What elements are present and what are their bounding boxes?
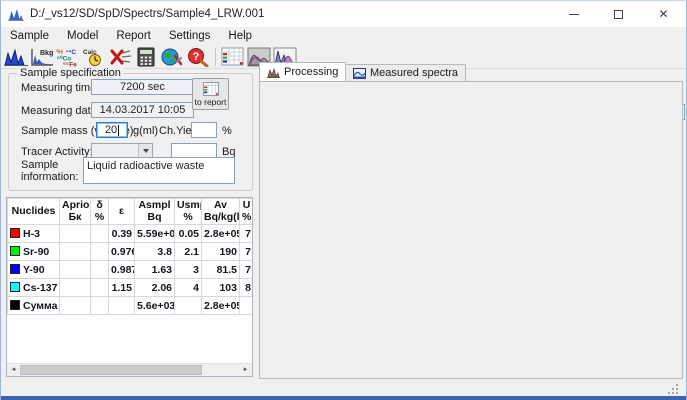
col-nuclides[interactable]: Nuclides <box>8 199 60 225</box>
measuring-date-value: 14.03.2017 10:05 <box>100 104 186 116</box>
sample-mass-value: 20 <box>105 124 117 136</box>
svg-text:Bkg: Bkg <box>40 50 53 57</box>
chevron-down-icon <box>143 149 149 153</box>
nuclide-color-swatch <box>10 300 20 310</box>
tab-measured-spectra-label: Measured spectra <box>370 67 458 79</box>
minimize-button[interactable] <box>551 1 596 27</box>
ch-yield-unit: % <box>222 125 232 137</box>
toolbar-separator <box>215 48 216 66</box>
table-row[interactable]: H-3 0.395.59e+03 0.052.8e+05 7 <box>8 225 254 243</box>
col-epsilon[interactable]: ε <box>109 199 135 225</box>
nuclide-color-swatch <box>10 246 20 256</box>
sample-info-label-2: information: <box>21 171 78 183</box>
scroll-right-arrow-icon[interactable]: ► <box>239 364 252 376</box>
measuring-time-field: 7200 sec <box>91 79 194 95</box>
processing-tab-panel <box>259 81 683 379</box>
table-row[interactable]: Y-90 0.9871.63 381.5 7 <box>8 261 254 279</box>
table-row[interactable]: Сумма 5.6e+03 2.8e+05 <box>8 297 254 315</box>
measured-spectra-tab-icon <box>353 68 366 79</box>
table-row[interactable]: Sr-90 0.9763.8 2.1190 7 <box>8 243 254 261</box>
tracer-activity-label: Tracer Activity: <box>21 146 93 158</box>
sample-specification-title: Sample specification <box>17 67 124 79</box>
settings-globe-icon <box>160 47 184 67</box>
nuclide-color-swatch <box>10 282 20 292</box>
sample-info-value: Liquid radioactive waste <box>87 160 204 172</box>
app-window: D:/_vs12/SD/SpD/Spectrs/Sample4_LRW.001 … <box>0 0 687 400</box>
table-horizontal-scrollbar[interactable]: ◄ ► <box>7 363 252 376</box>
svg-text:?: ? <box>193 51 200 63</box>
sample-to-report-label: to report <box>195 97 227 107</box>
tab-processing-label: Processing <box>284 66 338 78</box>
close-button[interactable]: ✕ <box>641 1 686 27</box>
col-delta[interactable]: δ% <box>91 199 109 225</box>
isotopes-icon: ³H ¹⁴C ⁶⁰Co ⁵⁵Fe <box>55 47 81 67</box>
report-table-small-icon <box>203 82 219 96</box>
title-bar: D:/_vs12/SD/SpD/Spectrs/Sample4_LRW.001 … <box>1 1 686 27</box>
sample-info-field[interactable]: Liquid radioactive waste <box>83 157 235 184</box>
spectrum-icon <box>4 47 28 67</box>
window-bottom-border <box>1 396 686 400</box>
sample-to-report-button[interactable]: to report <box>192 78 229 110</box>
col-asmpl[interactable]: AsmplBq <box>135 199 175 225</box>
status-bar <box>1 379 686 396</box>
settings-globe-toolbar-button[interactable] <box>159 46 185 68</box>
nuclide-color-swatch <box>10 228 20 238</box>
report-table-icon <box>221 47 245 67</box>
measuring-date-label: Measuring date: <box>21 105 100 117</box>
menu-settings[interactable]: Settings <box>160 30 220 42</box>
table-row[interactable]: Cs-137 1.152.06 4103 8 <box>8 279 254 297</box>
tab-measured-spectra[interactable]: Measured spectra <box>345 64 466 81</box>
report-table-toolbar-button[interactable] <box>220 46 246 68</box>
minimize-icon <box>569 14 579 15</box>
col-aprior[interactable]: ApriorБк <box>60 199 91 225</box>
cancel-toolbar-button[interactable] <box>107 46 133 68</box>
calc-time-icon: Calc <box>82 47 106 67</box>
nuclide-table: Nuclides ApriorБк δ% ε AsmplBq Usmpl% Av… <box>6 197 253 377</box>
spectrum-toolbar-button[interactable] <box>3 46 29 68</box>
col-usmpl[interactable]: Usmpl% <box>175 199 202 225</box>
text-caret <box>118 125 119 136</box>
nuclide-color-swatch <box>10 264 20 274</box>
sample-info-label-1: Sample <box>21 159 58 171</box>
app-icon <box>8 7 24 21</box>
menu-help[interactable]: Help <box>219 30 261 42</box>
close-icon: ✕ <box>658 8 668 20</box>
table-header-row: Nuclides ApriorБк δ% ε AsmplBq Usmpl% Av… <box>8 199 254 225</box>
calculator-toolbar-button[interactable] <box>133 46 159 68</box>
help-search-icon: ? <box>186 47 210 67</box>
svg-text:⁵⁵Fe: ⁵⁵Fe <box>63 61 77 67</box>
background-toolbar-button[interactable]: Bkg <box>29 46 55 68</box>
tab-processing[interactable]: Processing <box>259 62 346 81</box>
measuring-time-label: Measuring time: <box>21 82 99 94</box>
maximize-button[interactable] <box>596 1 641 27</box>
window-title: D:/_vs12/SD/SpD/Spectrs/Sample4_LRW.001 <box>30 8 264 20</box>
col-av[interactable]: AvBq/kg(l) <box>202 199 240 225</box>
processing-tab-icon <box>267 67 280 78</box>
ch-yield-field[interactable] <box>191 122 217 138</box>
calculator-icon <box>136 47 156 67</box>
resize-grip[interactable] <box>666 382 680 395</box>
background-spectrum-icon: Bkg <box>30 47 54 67</box>
isotopes-toolbar-button[interactable]: ³H ¹⁴C ⁶⁰Co ⁵⁵Fe <box>55 46 81 68</box>
measuring-time-value: 7200 sec <box>120 81 165 93</box>
sample-mass-field[interactable]: 20 <box>96 122 128 138</box>
calc-time-toolbar-button[interactable]: Calc <box>81 46 107 68</box>
menu-sample[interactable]: Sample <box>1 30 58 42</box>
menu-report[interactable]: Report <box>107 30 160 42</box>
menu-model[interactable]: Model <box>58 30 107 42</box>
scroll-left-arrow-icon[interactable]: ◄ <box>7 364 20 376</box>
col-u[interactable]: U% <box>240 199 254 225</box>
help-search-toolbar-button[interactable]: ? <box>185 46 211 68</box>
menu-bar: Sample Model Report Settings Help <box>1 27 686 45</box>
scrollbar-thumb[interactable] <box>20 365 202 375</box>
measuring-date-field: 14.03.2017 10:05 <box>91 102 194 118</box>
sample-mass-unit: g(ml) <box>133 125 158 137</box>
cancel-icon <box>108 47 132 67</box>
maximize-icon <box>614 10 623 19</box>
